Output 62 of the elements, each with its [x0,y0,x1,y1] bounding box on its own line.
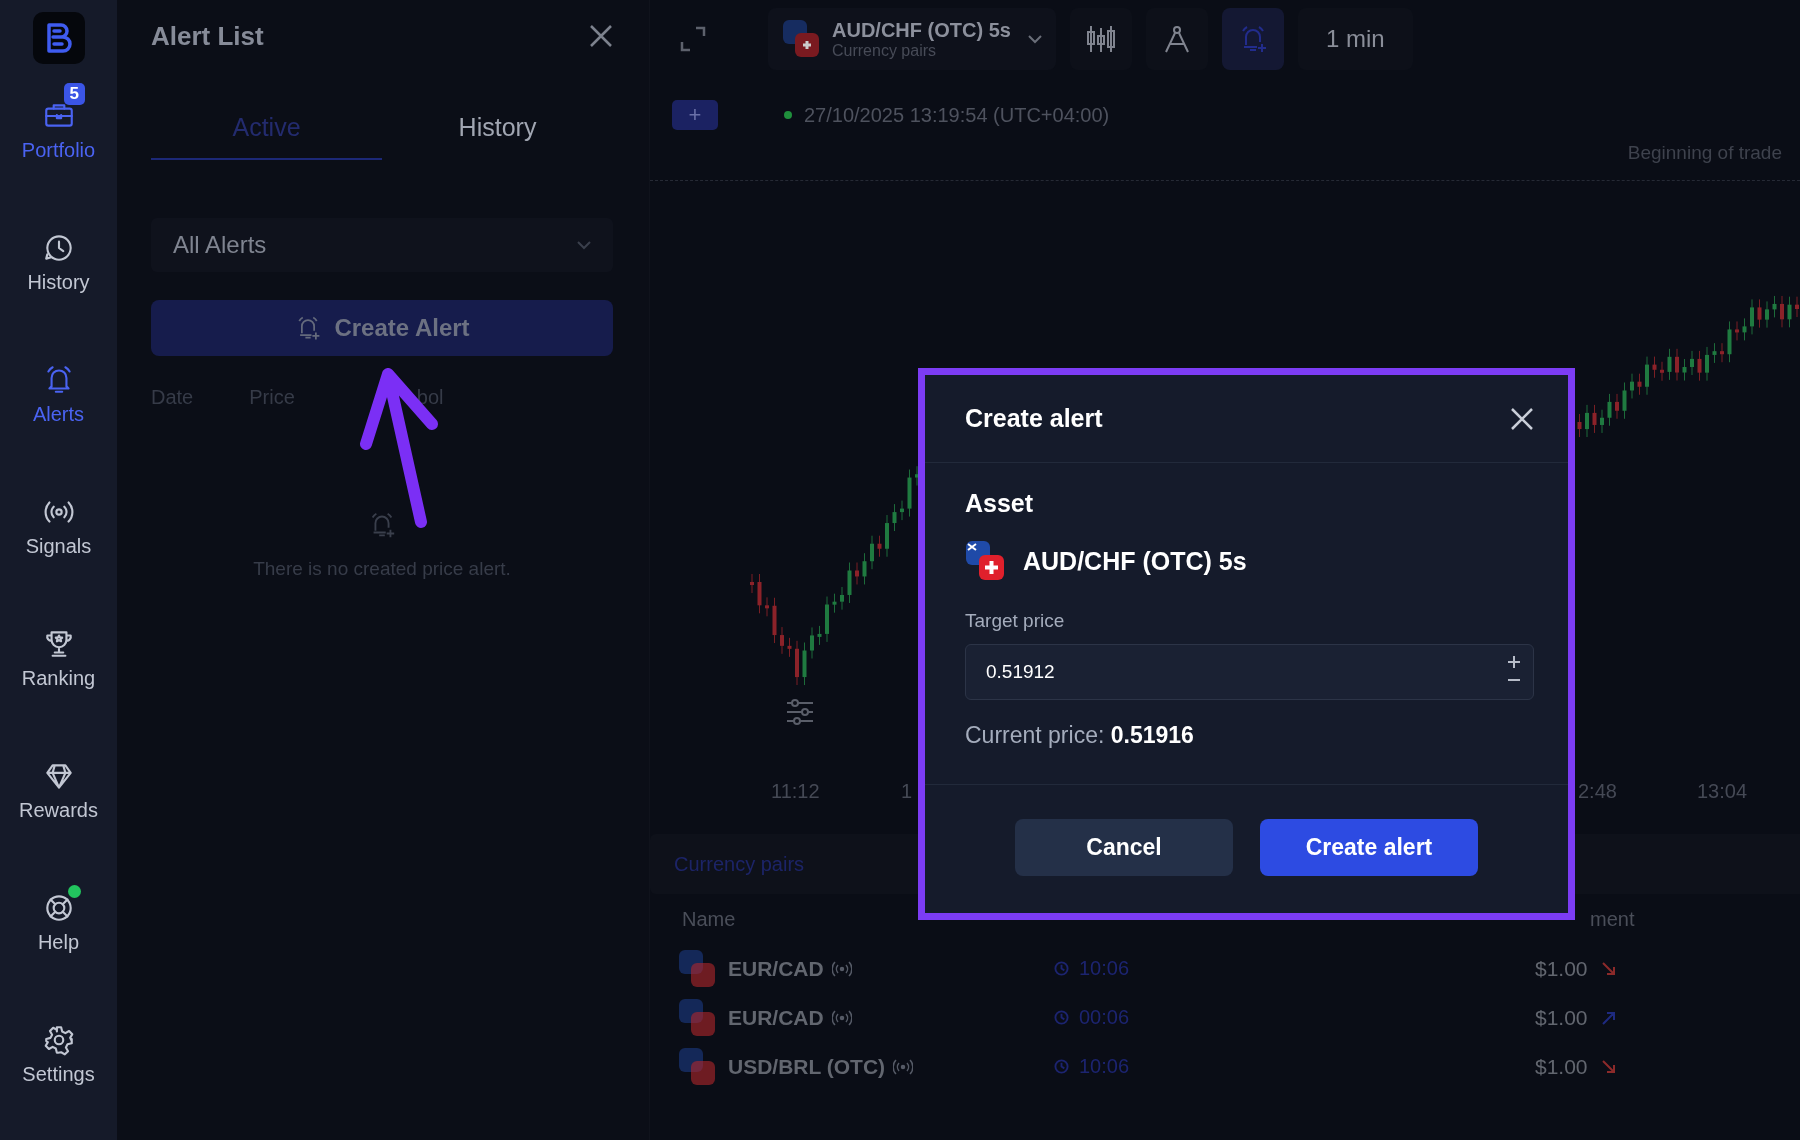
chevron-down-icon [1028,34,1042,44]
expiration-time: 10:06 [1079,957,1130,980]
broadcast-icon [893,1058,914,1075]
fullscreen-icon[interactable] [680,26,706,52]
sidebar-item[interactable]: Help [0,856,117,988]
column-header: Name [682,908,736,931]
tab[interactable]: History [382,96,613,160]
currency-flag-icon [782,19,820,59]
asset-name: AUD/CHF (OTC) 5s [832,18,1011,42]
expiration-time: 10:06 [1079,1055,1130,1078]
create-alert-button[interactable]: Create Alert [151,300,613,356]
chevron-down-icon [577,240,591,250]
create-alert-button[interactable]: Create alert [1260,818,1478,876]
currency-flag-icon [678,997,716,1038]
clock-icon [1054,1010,1069,1025]
asset-category: Currency pairs [832,41,938,60]
investment-amount: $1.00 [1535,1005,1588,1030]
sidebar-item[interactable]: Ranking [0,592,117,724]
clock-icon [1054,961,1069,976]
field-label: Target price [965,610,1066,632]
sidebar-item[interactable]: Settings [0,988,117,1120]
current-price-text: Current price: 0.51916 [965,722,1195,749]
asset-name: USD/BRL (OTC) [728,1054,886,1079]
live-dot [784,111,792,119]
compass-icon [1163,24,1191,54]
broadcast-icon [831,960,852,977]
sidebar-item[interactable]: History [0,196,117,328]
asset-name: EUR/CAD [728,1005,824,1030]
sidebar-item[interactable]: Signals [0,460,117,592]
investment-amount: $1.00 [1535,1054,1588,1079]
clock-icon [1054,1059,1069,1074]
time-axis-label: 13:04 [1697,780,1748,803]
section-heading: Asset [965,489,1035,518]
time-axis-label: 11:12 [771,780,820,803]
asset-selector[interactable]: AUD/CHF (OTC) 5s Currency pairs [768,8,1056,70]
sidebar-item[interactable]: 5 Portfolio [0,64,117,196]
target-price-field[interactable]: 0.51912 [965,644,1534,700]
asset-name: EUR/CAD [728,956,824,981]
investment-amount: $1.00 [1535,956,1588,981]
candlestick-icon [1085,24,1117,54]
panel-title: Alert List [151,20,264,52]
notification-badge: 5 [63,82,85,105]
currency-flag-icon [965,540,1005,582]
close-icon[interactable] [589,24,613,48]
currency-flag-icon [678,948,716,989]
increment-icon[interactable] [1506,654,1522,670]
sliders-icon[interactable] [785,698,815,726]
time-axis-label: 1 [901,780,913,803]
sidebar-item[interactable]: Alerts [0,328,117,460]
app-logo[interactable] [32,12,85,64]
expiration-time: 00:06 [1079,1006,1130,1029]
asset-name: AUD/CHF (OTC) 5s [1023,546,1247,576]
close-icon[interactable] [1510,406,1534,431]
currency-flag-icon [678,1046,716,1087]
dialog-title: Create alert [965,404,1103,433]
sidebar-item[interactable]: Rewards [0,724,117,856]
column-header: ment [1590,908,1635,931]
time-axis-label: 2:48 [1578,780,1617,803]
cancel-button[interactable]: Cancel [1015,818,1233,876]
alerts-filter-dropdown[interactable]: All Alerts [151,218,613,272]
broadcast-icon [831,1009,852,1026]
timestamp: 27/10/2025 13:19:54 (UTC+04:00) [804,103,1110,127]
